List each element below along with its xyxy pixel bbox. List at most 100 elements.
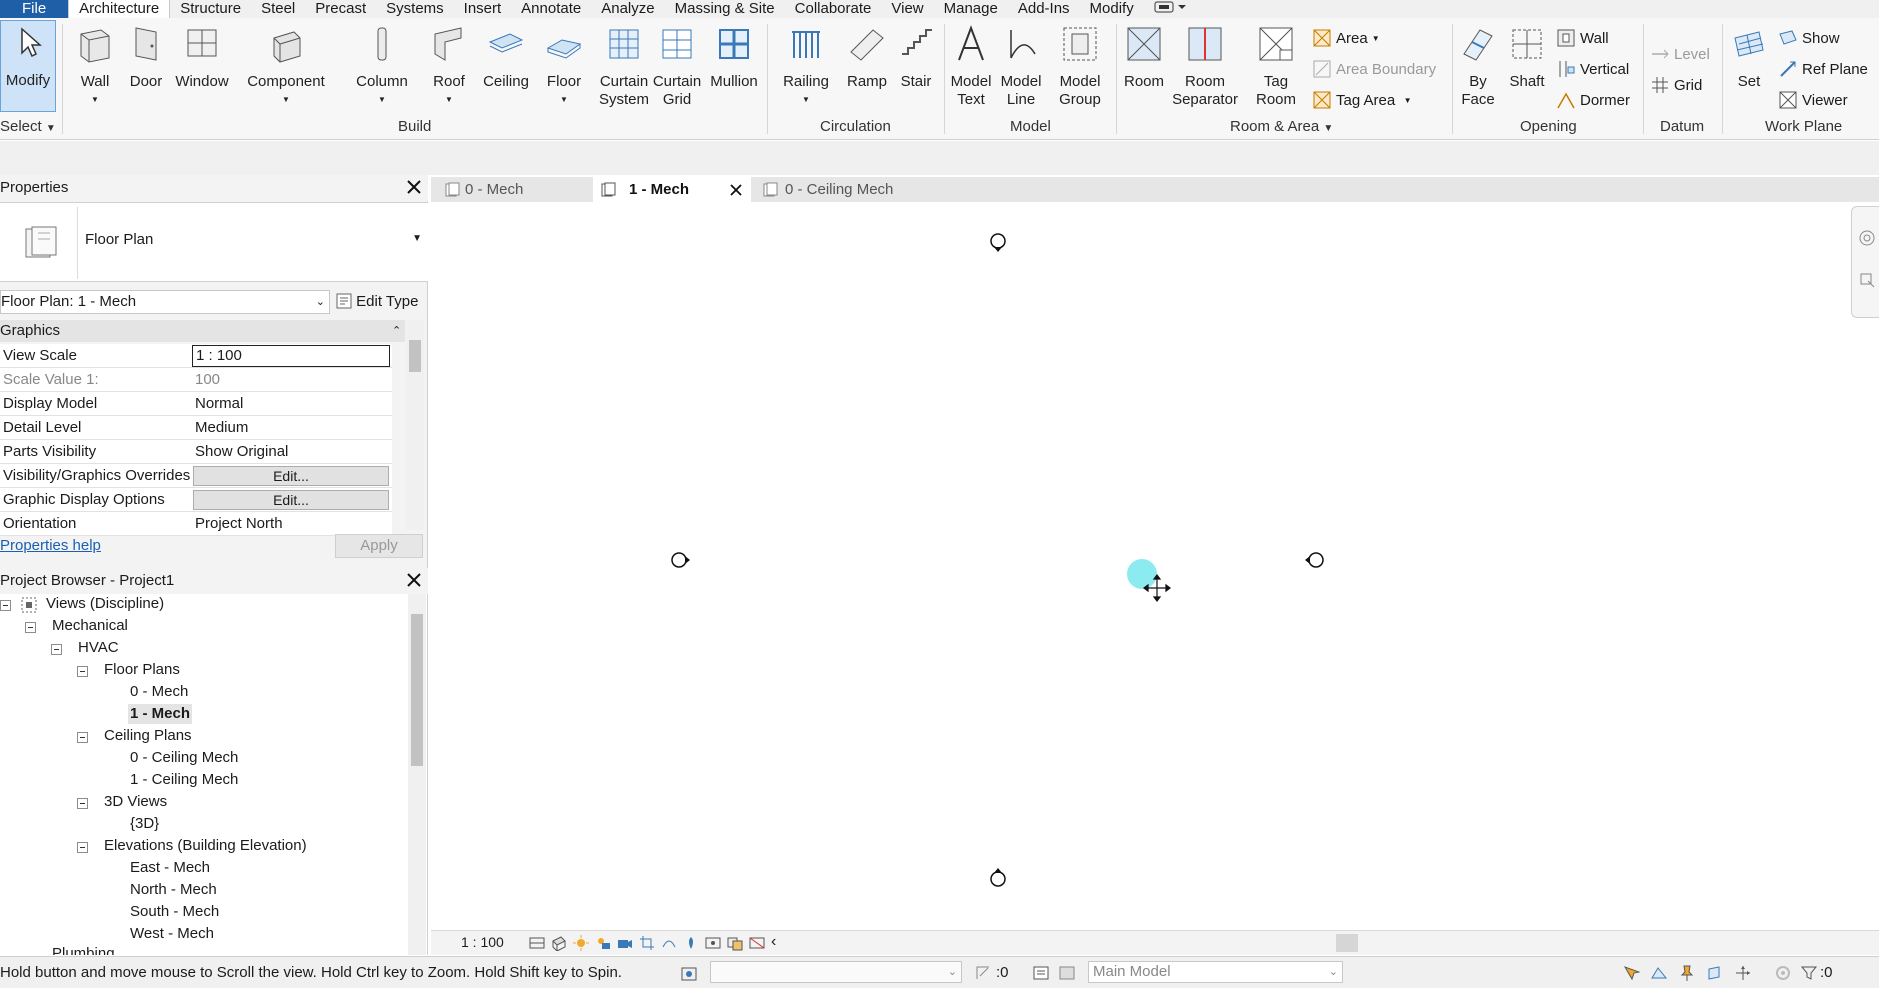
close-icon[interactable] xyxy=(405,178,423,196)
tree-item-mechanical[interactable]: Mechanical xyxy=(52,616,128,636)
close-icon[interactable] xyxy=(729,183,743,197)
ref-plane-button[interactable]: Ref Plane xyxy=(1778,59,1868,79)
design-options-icon[interactable] xyxy=(1032,964,1050,982)
curtain-grid-button[interactable]: Curtain Grid xyxy=(652,22,702,109)
sun-path-icon[interactable] xyxy=(573,935,589,951)
browser-scrollbar[interactable] xyxy=(408,594,426,955)
select-group-label[interactable]: Select ▼ xyxy=(0,118,56,135)
select-underlay-icon[interactable] xyxy=(1650,964,1668,982)
analytical-model-icon[interactable] xyxy=(749,935,765,951)
scrollbar-thumb[interactable] xyxy=(409,340,421,372)
graphics-section-header[interactable]: Graphics ⌃ xyxy=(0,320,405,342)
steering-wheel-icon[interactable] xyxy=(1858,229,1876,247)
edit-type-button[interactable]: Edit Type xyxy=(336,290,418,314)
filter-icon[interactable] xyxy=(1800,964,1818,982)
tree-item-floor-plans[interactable]: Floor Plans xyxy=(104,660,180,680)
wall-button[interactable]: Wall ▼ xyxy=(72,22,118,109)
tree-item-0-ceiling-mech[interactable]: 0 - Ceiling Mech xyxy=(130,748,238,768)
menu-systems[interactable]: Systems xyxy=(376,0,454,18)
temporary-hide-icon[interactable] xyxy=(683,935,699,951)
roof-button[interactable]: Roof ▼ xyxy=(426,22,472,109)
menu-file[interactable]: File xyxy=(0,0,69,18)
west-elevation-marker[interactable] xyxy=(671,552,690,568)
room-area-group-label[interactable]: Room & Area ▼ xyxy=(1230,118,1333,135)
level-button[interactable]: Level xyxy=(1650,44,1710,64)
chevron-left-icon[interactable]: ‹ xyxy=(771,933,776,951)
area-boundary-button[interactable]: Area Boundary xyxy=(1312,59,1436,79)
model-line-button[interactable]: Model Line xyxy=(998,22,1044,109)
select-links-icon[interactable] xyxy=(1622,964,1640,982)
room-separator-button[interactable]: Room Separator xyxy=(1170,22,1240,109)
tree-item-ceiling-plans[interactable]: Ceiling Plans xyxy=(104,726,192,746)
drawing-canvas[interactable] xyxy=(431,202,1879,930)
drag-elements-icon[interactable] xyxy=(1734,964,1752,982)
tree-item-1-mech[interactable]: 1 - Mech xyxy=(128,704,193,724)
model-group-button[interactable]: Model Group xyxy=(1052,22,1108,109)
ceiling-button[interactable]: Ceiling xyxy=(480,22,532,91)
tag-area-button[interactable]: Tag Area ▼ xyxy=(1312,90,1412,110)
main-model-icon[interactable] xyxy=(1058,964,1076,982)
dormer-button[interactable]: Dormer xyxy=(1556,90,1630,110)
property-value[interactable]: Medium xyxy=(192,416,390,440)
properties-scrollbar[interactable] xyxy=(406,320,424,530)
visibility-graphics-edit-button[interactable]: Edit... xyxy=(193,466,389,486)
stair-button[interactable]: Stair xyxy=(894,22,938,91)
menu-view[interactable]: View xyxy=(881,0,933,18)
tree-item-0-mech[interactable]: 0 - Mech xyxy=(130,682,188,702)
tree-item-north-mech[interactable]: North - Mech xyxy=(130,880,217,900)
instance-selector[interactable]: Floor Plan: 1 - Mech ⌄ xyxy=(0,290,330,314)
door-button[interactable]: Door xyxy=(124,22,168,91)
property-value[interactable]: Show Original xyxy=(192,440,390,464)
tab-0-mech[interactable]: 0 - Mech xyxy=(439,177,589,202)
navigation-bar[interactable] xyxy=(1851,206,1879,318)
select-by-face-icon[interactable] xyxy=(1706,964,1724,982)
tag-room-button[interactable]: Tag Room xyxy=(1250,22,1302,109)
graphic-display-edit-button[interactable]: Edit... xyxy=(193,490,389,510)
detail-level-icon[interactable] xyxy=(529,935,545,951)
tree-item-plumbing[interactable]: Plumbing xyxy=(52,944,115,955)
floor-button[interactable]: Floor ▼ xyxy=(542,22,586,109)
background-process-icon[interactable] xyxy=(1774,964,1792,982)
room-button[interactable]: Room xyxy=(1122,22,1166,91)
shaft-button[interactable]: Shaft xyxy=(1504,22,1550,91)
menu-add-ins[interactable]: Add-Ins xyxy=(1008,0,1080,18)
render-icon[interactable] xyxy=(617,935,633,951)
tree-item-1-ceiling-mech[interactable]: 1 - Ceiling Mech xyxy=(130,770,238,790)
area-button[interactable]: Area ▼ xyxy=(1312,28,1380,48)
menu-steel[interactable]: Steel xyxy=(251,0,305,18)
collapse-toggle[interactable] xyxy=(77,798,88,809)
properties-help-link[interactable]: Properties help xyxy=(0,537,101,554)
property-value[interactable]: Project North xyxy=(192,512,390,536)
curtain-system-button[interactable]: Curtain System xyxy=(598,22,650,109)
worksharing-icon[interactable] xyxy=(727,935,743,951)
modify-button[interactable]: Modify xyxy=(0,20,56,112)
tab-0-ceiling-mech[interactable]: 0 - Ceiling Mech xyxy=(755,177,945,202)
tree-item-hvac[interactable]: HVAC xyxy=(78,638,119,658)
set-work-plane-button[interactable]: Set xyxy=(1726,22,1772,91)
tree-item-3d[interactable]: {3D} xyxy=(130,814,159,834)
menu-analyze[interactable]: Analyze xyxy=(591,0,664,18)
type-selector[interactable]: Floor Plan ▼ xyxy=(0,202,428,282)
editable-only-icon[interactable] xyxy=(974,964,992,982)
tree-item-west-mech[interactable]: West - Mech xyxy=(130,924,214,944)
view-scale-input[interactable]: 1 : 100 xyxy=(192,345,390,367)
grid-button[interactable]: Grid xyxy=(1650,75,1702,95)
menu-annotate[interactable]: Annotate xyxy=(511,0,591,18)
model-text-button[interactable]: Model Text xyxy=(948,22,994,109)
view-scale-label[interactable]: 1 : 100 xyxy=(461,934,504,950)
worksets-icon[interactable] xyxy=(680,964,698,982)
menu-precast[interactable]: Precast xyxy=(305,0,376,18)
menu-modify[interactable]: Modify xyxy=(1080,0,1144,18)
ramp-button[interactable]: Ramp xyxy=(844,22,890,91)
ribbon-toggle-button[interactable] xyxy=(1144,0,1198,18)
collapse-toggle[interactable] xyxy=(0,600,11,611)
wall-opening-button[interactable]: Wall xyxy=(1556,28,1609,48)
viewer-button[interactable]: Viewer xyxy=(1778,90,1848,110)
show-crop-icon[interactable] xyxy=(661,935,677,951)
menu-insert[interactable]: Insert xyxy=(454,0,512,18)
visual-style-icon[interactable] xyxy=(551,935,567,951)
workset-dropdown[interactable]: ⌄ xyxy=(710,961,962,983)
menu-collaborate[interactable]: Collaborate xyxy=(785,0,882,18)
select-pinned-icon[interactable] xyxy=(1678,964,1696,982)
component-button[interactable]: Component ▼ xyxy=(244,22,328,109)
